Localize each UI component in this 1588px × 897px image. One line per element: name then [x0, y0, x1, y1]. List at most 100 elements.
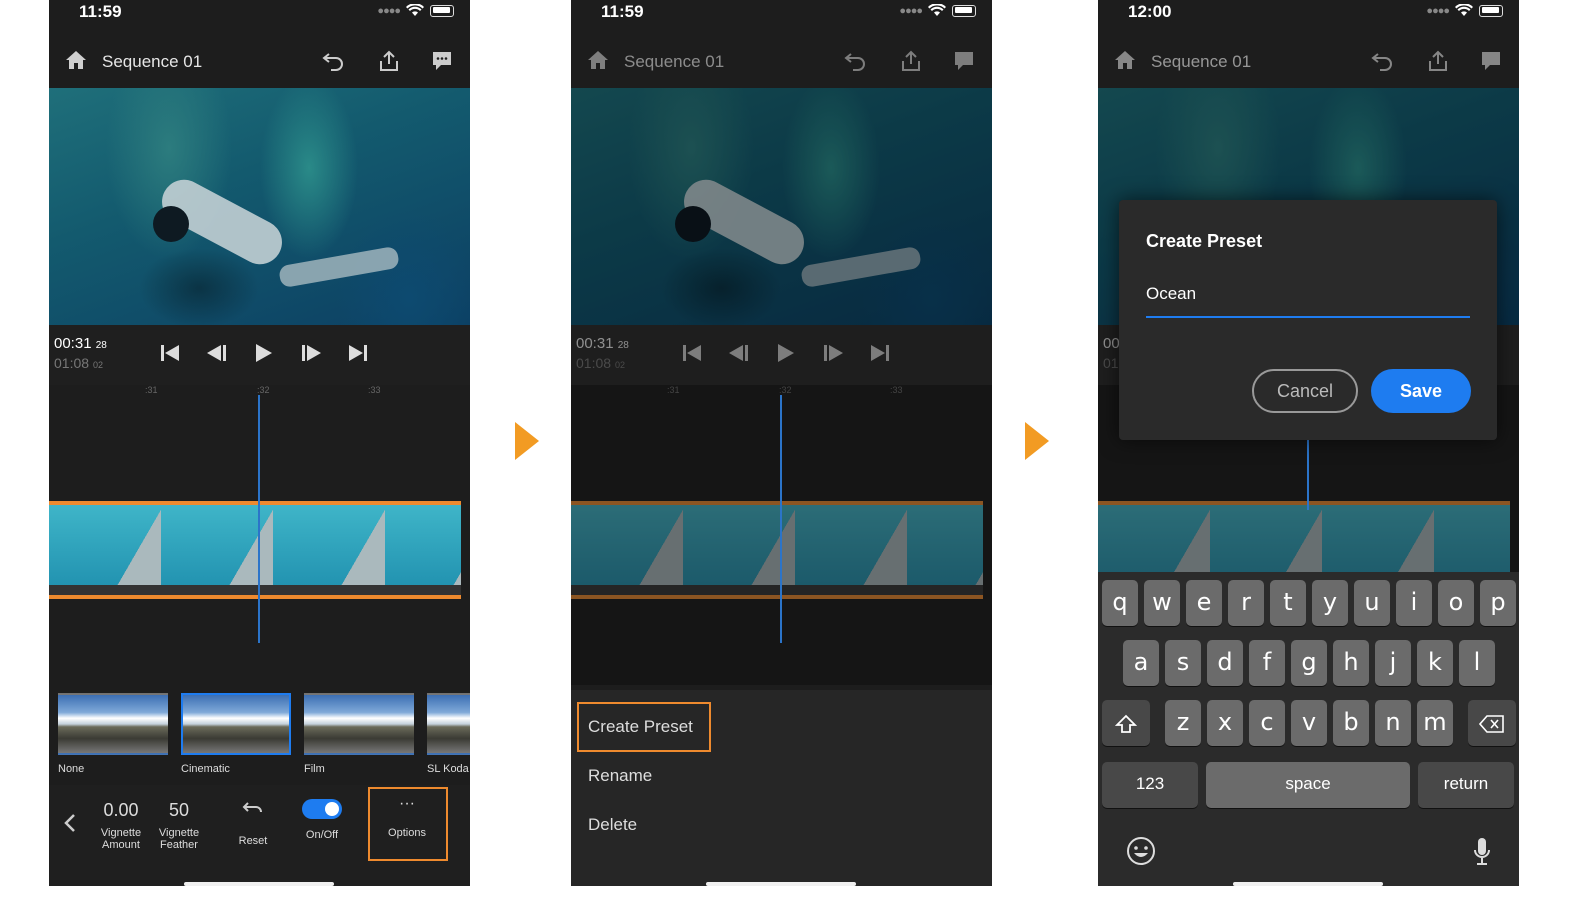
comment-icon[interactable] [1480, 50, 1502, 72]
key-h[interactable]: h [1333, 640, 1369, 686]
key-t[interactable]: t [1270, 580, 1306, 626]
key-v[interactable]: v [1291, 700, 1327, 746]
menu-item-rename[interactable]: Rename [588, 766, 652, 786]
battery-icon [430, 4, 454, 17]
key-w[interactable]: w [1144, 580, 1180, 626]
step-back-icon[interactable] [727, 343, 751, 363]
timeline[interactable]: :31 :32 :33 [571, 385, 992, 685]
filter-sl-koda[interactable]: SL Koda [427, 693, 470, 775]
home-icon[interactable] [65, 50, 87, 70]
key-z[interactable]: z [1165, 700, 1201, 746]
key-j[interactable]: j [1375, 640, 1411, 686]
key-d[interactable]: d [1207, 640, 1243, 686]
comment-icon[interactable] [953, 50, 975, 72]
key-u[interactable]: u [1354, 580, 1390, 626]
current-timecode: 00 [1103, 335, 1120, 352]
key-k[interactable]: k [1417, 640, 1453, 686]
status-bar: 11:59 ●●●● [571, 0, 992, 30]
reset-button[interactable]: Reset [229, 800, 277, 847]
chevron-left-icon[interactable] [64, 813, 76, 833]
create-preset-dialog: Create Preset Ocean Cancel Save [1119, 200, 1497, 440]
key-a[interactable]: a [1123, 640, 1159, 686]
home-indicator [1233, 882, 1383, 886]
undo-icon[interactable] [843, 50, 867, 72]
ruler-tick: :32 [257, 385, 270, 395]
skip-end-icon[interactable] [347, 343, 369, 363]
filter-cinematic[interactable]: Cinematic [181, 693, 291, 775]
top-bar: Sequence 01 [49, 42, 470, 82]
play-icon[interactable] [253, 343, 273, 363]
numbers-key[interactable]: 123 [1102, 762, 1198, 808]
space-key[interactable]: space [1206, 762, 1410, 808]
save-button[interactable]: Save [1371, 369, 1471, 413]
keyboard: q w e r t y u i o p a s d f g h j k l z … [1098, 572, 1519, 886]
key-n[interactable]: n [1375, 700, 1411, 746]
key-m[interactable]: m [1417, 700, 1453, 746]
wifi-icon [1455, 4, 1473, 16]
key-x[interactable]: x [1207, 700, 1243, 746]
key-c[interactable]: c [1249, 700, 1285, 746]
skip-start-icon[interactable] [681, 343, 703, 363]
options-button[interactable]: ··· Options [382, 795, 432, 839]
key-s[interactable]: s [1165, 640, 1201, 686]
key-p[interactable]: p [1480, 580, 1516, 626]
home-icon[interactable] [1114, 50, 1136, 70]
sequence-title: Sequence 01 [624, 52, 725, 71]
step-forward-icon[interactable] [821, 343, 845, 363]
key-f[interactable]: f [1249, 640, 1285, 686]
key-l[interactable]: l [1459, 640, 1495, 686]
step-forward-icon[interactable] [299, 343, 323, 363]
timeline[interactable]: :31 :32 :33 [49, 385, 470, 685]
video-clip[interactable] [571, 501, 983, 599]
vignette-feather-control[interactable]: 50 Vignette Feather [155, 800, 203, 851]
playhead[interactable] [780, 395, 782, 643]
shift-icon [1114, 714, 1138, 733]
home-icon[interactable] [587, 50, 609, 70]
key-e[interactable]: e [1186, 580, 1222, 626]
play-icon[interactable] [775, 343, 795, 363]
filter-film[interactable]: Film [304, 693, 414, 775]
video-preview[interactable] [49, 88, 470, 325]
skip-start-icon[interactable] [159, 343, 181, 363]
undo-icon[interactable] [1370, 50, 1394, 72]
playhead[interactable] [258, 395, 260, 643]
total-duration: 01:08 02 [576, 355, 625, 371]
share-icon[interactable] [1427, 50, 1449, 72]
filter-strip: None Cinematic Film SL Koda [49, 685, 470, 785]
preset-name-input[interactable]: Ocean [1146, 284, 1470, 318]
share-icon[interactable] [378, 50, 400, 72]
shift-key[interactable] [1102, 700, 1150, 746]
menu-item-delete[interactable]: Delete [588, 815, 637, 835]
sequence-title: Sequence 01 [1151, 52, 1252, 71]
key-r[interactable]: r [1228, 580, 1264, 626]
vignette-amount-control[interactable]: 0.00 Vignette Amount [97, 800, 145, 851]
video-preview[interactable] [571, 88, 992, 325]
menu-item-create-preset[interactable]: Create Preset [588, 717, 693, 737]
filter-none[interactable]: None [58, 693, 168, 775]
cancel-button[interactable]: Cancel [1252, 369, 1358, 413]
toggle-switch[interactable] [302, 799, 342, 819]
key-y[interactable]: y [1312, 580, 1348, 626]
filter-thumbnail [58, 693, 168, 755]
key-g[interactable]: g [1291, 640, 1327, 686]
options-menu: Create Preset Rename Delete [571, 690, 992, 886]
emoji-icon[interactable] [1126, 836, 1156, 866]
backspace-key[interactable] [1468, 700, 1516, 746]
ruler-tick: :33 [890, 385, 903, 395]
comment-icon[interactable] [431, 50, 453, 72]
key-q[interactable]: q [1102, 580, 1138, 626]
key-o[interactable]: o [1438, 580, 1474, 626]
key-i[interactable]: i [1396, 580, 1432, 626]
ruler-tick: :31 [145, 385, 158, 395]
key-b[interactable]: b [1333, 700, 1369, 746]
undo-icon[interactable] [321, 50, 345, 72]
video-clip[interactable] [49, 501, 461, 599]
top-bar: Sequence 01 [1098, 42, 1519, 82]
on-off-toggle[interactable]: On/Off [298, 799, 346, 841]
microphone-icon[interactable] [1472, 836, 1492, 868]
step-back-icon[interactable] [205, 343, 229, 363]
share-icon[interactable] [900, 50, 922, 72]
skip-end-icon[interactable] [869, 343, 891, 363]
playhead[interactable] [1307, 440, 1309, 510]
return-key[interactable]: return [1418, 762, 1514, 808]
